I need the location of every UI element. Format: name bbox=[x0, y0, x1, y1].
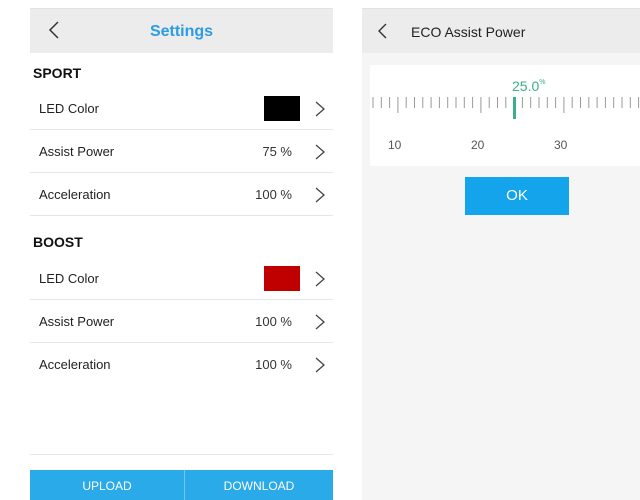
footer-bar: UPLOAD DOWNLOAD bbox=[30, 470, 333, 500]
section-title-sport: SPORT bbox=[33, 65, 82, 81]
color-swatch bbox=[264, 96, 300, 121]
row-value: 100 % bbox=[255, 357, 292, 372]
chevron-right-icon bbox=[315, 187, 325, 203]
download-button[interactable]: DOWNLOAD bbox=[185, 470, 333, 500]
row-label: LED Color bbox=[39, 101, 99, 116]
eco-header: ECO Assist Power bbox=[362, 9, 640, 53]
section-title-boost: BOOST bbox=[33, 234, 83, 250]
row-value: 100 % bbox=[255, 187, 292, 202]
row-boost-acceleration[interactable]: Acceleration 100 % bbox=[30, 343, 333, 386]
ruler-picker[interactable]: 25.0% 10 20 30 bbox=[370, 65, 640, 166]
upload-button[interactable]: UPLOAD bbox=[30, 470, 184, 500]
ruler-indicator[interactable] bbox=[513, 97, 516, 119]
row-value: 75 % bbox=[262, 144, 292, 159]
page-title: Settings bbox=[149, 23, 214, 40]
row-label: Assist Power bbox=[39, 314, 115, 329]
chevron-right-icon bbox=[315, 357, 325, 373]
tick-label: 30 bbox=[554, 138, 568, 152]
row-sport-led-color[interactable]: LED Color bbox=[30, 87, 333, 130]
chevron-right-icon bbox=[315, 101, 325, 117]
tick-label: 10 bbox=[388, 138, 402, 152]
ok-button[interactable]: OK bbox=[465, 177, 569, 215]
row-sport-assist-power[interactable]: Assist Power 75 % bbox=[30, 130, 333, 173]
row-label: LED Color bbox=[39, 271, 99, 286]
settings-header: Settings bbox=[30, 9, 333, 53]
row-boost-assist-power[interactable]: Assist Power 100 % bbox=[30, 300, 333, 343]
divider bbox=[30, 454, 333, 455]
row-sport-acceleration[interactable]: Acceleration 100 % bbox=[30, 173, 333, 216]
ruler-scale[interactable] bbox=[370, 97, 640, 137]
chevron-right-icon bbox=[315, 314, 325, 330]
ruler-value: 25.0% bbox=[512, 78, 546, 94]
settings-screen: Settings SPORT LED Color Assist Power 75… bbox=[30, 8, 333, 500]
page-title: ECO Assist Power bbox=[411, 24, 526, 40]
row-label: Acceleration bbox=[39, 187, 111, 202]
row-label: Assist Power bbox=[39, 144, 115, 159]
chevron-right-icon bbox=[315, 144, 325, 160]
tick-label: 20 bbox=[471, 138, 485, 152]
row-value: 100 % bbox=[255, 314, 292, 329]
row-boost-led-color[interactable]: LED Color bbox=[30, 257, 333, 300]
color-swatch bbox=[264, 266, 300, 291]
chevron-right-icon bbox=[315, 271, 325, 287]
row-label: Acceleration bbox=[39, 357, 111, 372]
back-arrow-icon[interactable] bbox=[376, 22, 390, 40]
eco-assist-screen: ECO Assist Power 25.0% 10 20 30 OK bbox=[362, 8, 640, 500]
